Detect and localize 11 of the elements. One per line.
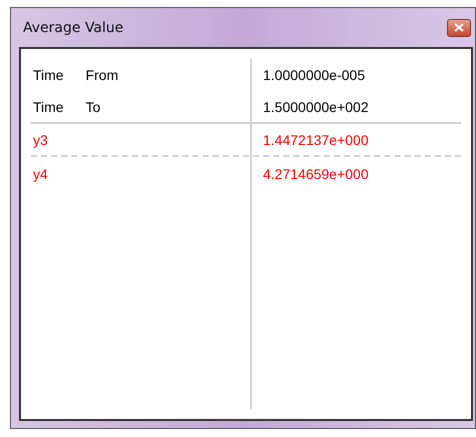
row-label: Time <box>33 66 64 82</box>
row-label: y4 <box>33 166 48 182</box>
row-value: 4.2714659e+000 <box>262 166 368 182</box>
row-sublabel: From <box>86 66 118 82</box>
row-value: 1.0000000e-005 <box>262 66 365 82</box>
row-label: y3 <box>33 132 48 148</box>
row-value: 1.5000000e+002 <box>262 98 368 114</box>
row-value: 1.4472137e+000 <box>262 132 368 148</box>
row-label: Time <box>33 98 64 114</box>
window-title: Average Value <box>22 20 124 36</box>
row-sublabel: To <box>86 98 100 114</box>
